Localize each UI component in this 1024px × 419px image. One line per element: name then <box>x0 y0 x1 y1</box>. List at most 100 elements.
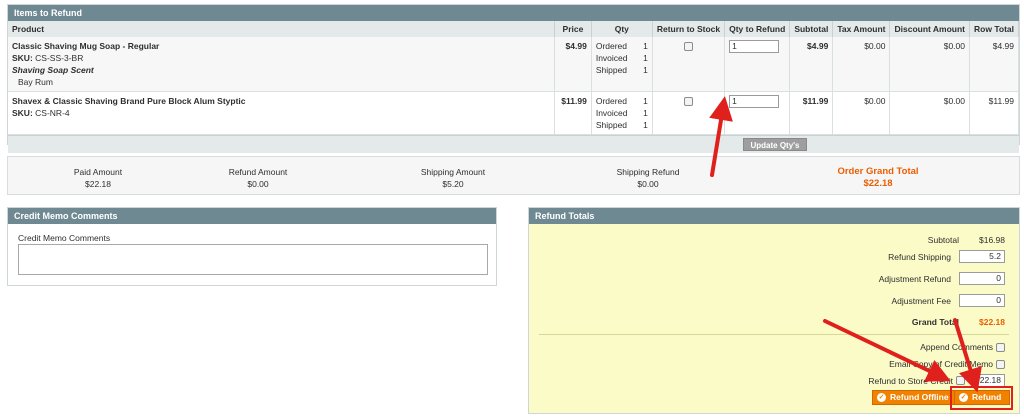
adjustment-refund-label: Adjustment Refund <box>878 273 951 284</box>
invoiced-label: Invoiced <box>595 108 628 118</box>
paid-amount-label: Paid Amount <box>73 167 123 177</box>
subtotal-label: Subtotal <box>927 235 959 245</box>
return-to-stock-cell <box>652 91 726 135</box>
table-row: Shavex & Classic Shaving Brand Pure Bloc… <box>8 91 1019 135</box>
invoiced-qty: 1 <box>643 108 648 118</box>
price-cell: $4.99 <box>554 37 592 92</box>
store-credit-label: Refund to Store Credit <box>868 375 953 386</box>
refund-button-highlight <box>950 386 1013 410</box>
qty-cell: Ordered 1 Invoiced 1 Shipped 1 <box>591 91 653 135</box>
refund-amount: Refund Amount $0.00 <box>213 166 303 190</box>
refund-amount-value: $0.00 <box>247 179 269 189</box>
order-grand-total-value: $22.18 <box>863 178 893 189</box>
order-grand-total-label: Order Grand Total <box>837 166 919 177</box>
email-copy-row: Email Copy of Credit Memo <box>889 359 1005 369</box>
adjustment-fee-label: Adjustment Fee <box>891 295 951 306</box>
refund-totals-section: Refund Totals Subtotal $16.98 Refund Shi… <box>528 207 1020 414</box>
product-sku: CS-SS-3-BR <box>35 53 84 63</box>
invoiced-label: Invoiced <box>595 53 628 63</box>
col-row-total: Row Total <box>969 21 1019 37</box>
return-to-stock-checkbox[interactable] <box>683 42 693 51</box>
price-cell: $11.99 <box>554 91 592 135</box>
col-discount-amount: Discount Amount <box>889 21 970 37</box>
grand-total-row: Grand Total $22.18 <box>912 317 1005 327</box>
update-qty-button[interactable]: Update Qty's <box>743 138 807 151</box>
qty-cell: Ordered 1 Invoiced 1 Shipped 1 <box>591 37 653 92</box>
shipped-label: Shipped <box>595 120 628 130</box>
shipping-refund-label: Shipping Refund <box>616 167 680 177</box>
qty-to-refund-input[interactable]: 1 <box>729 95 780 108</box>
email-copy-checkbox[interactable] <box>996 359 1005 369</box>
product-cell: Classic Shaving Mug Soap - Regular SKU: … <box>8 37 556 92</box>
adjustment-refund-input[interactable]: 0 <box>959 272 1005 285</box>
items-to-refund-section: Items to Refund Product Price Qty Return… <box>7 4 1020 153</box>
col-tax-amount: Tax Amount <box>832 21 891 37</box>
append-comments-row: Append Comments <box>920 342 1005 352</box>
refund-totals-title: Refund Totals <box>529 208 1019 224</box>
row-total-cell: $11.99 <box>969 91 1019 135</box>
comments-textarea[interactable] <box>18 244 488 275</box>
order-grand-total: Order Grand Total $22.18 <box>818 166 938 190</box>
discount-cell: $0.00 <box>889 91 970 135</box>
adjustment-refund-row: Adjustment Refund 0 <box>879 272 1005 285</box>
append-comments-checkbox[interactable] <box>996 342 1005 352</box>
check-icon: ✓ <box>877 393 886 402</box>
subtotal-cell: $4.99 <box>789 37 834 92</box>
adjustment-fee-input[interactable]: 0 <box>959 294 1005 307</box>
sku-label: SKU: <box>12 53 33 63</box>
discount-cell: $0.00 <box>889 37 970 92</box>
ordered-qty: 1 <box>643 41 648 51</box>
qty-to-refund-input[interactable]: 1 <box>729 40 780 53</box>
refund-shipping-label: Refund Shipping <box>888 251 951 262</box>
tax-cell: $0.00 <box>832 91 891 135</box>
items-grid-footer: Update Qty's <box>8 135 1019 153</box>
shipped-label: Shipped <box>595 65 628 75</box>
col-subtotal: Subtotal <box>789 21 834 37</box>
shipped-qty: 1 <box>643 65 648 75</box>
qty-to-refund-cell: 1 <box>724 37 791 92</box>
refund-amount-label: Refund Amount <box>228 167 288 177</box>
product-cell: Shavex & Classic Shaving Brand Pure Bloc… <box>8 91 556 135</box>
items-section-title: Items to Refund <box>8 5 1019 21</box>
items-table-header: Product Price Qty Return to Stock Qty to… <box>8 21 1019 37</box>
paid-amount: Paid Amount $22.18 <box>53 166 143 190</box>
shipping-refund: Shipping Refund $0.00 <box>598 166 698 190</box>
grand-total-label: Grand Total <box>911 317 959 327</box>
subtotal-value: $16.98 <box>979 235 1005 245</box>
col-qty-to-refund: Qty to Refund <box>724 21 791 37</box>
tax-cell: $0.00 <box>832 37 891 92</box>
product-sku: CS-NR-4 <box>35 108 70 118</box>
refund-offline-button[interactable]: ✓ Refund Offline <box>872 390 955 405</box>
refund-offline-label: Refund Offline <box>890 392 949 402</box>
items-table: Product Price Qty Return to Stock Qty to… <box>8 21 1019 135</box>
paid-amount-value: $22.18 <box>85 179 111 189</box>
return-to-stock-checkbox[interactable] <box>683 97 693 106</box>
col-qty: Qty <box>591 21 653 37</box>
comments-section-title: Credit Memo Comments <box>8 208 496 224</box>
qty-to-refund-cell: 1 <box>724 91 791 135</box>
order-totals-bar: Paid Amount $22.18 Refund Amount $0.00 S… <box>7 156 1020 195</box>
adjustment-fee-row: Adjustment Fee 0 <box>891 294 1005 307</box>
row-total-cell: $4.99 <box>969 37 1019 92</box>
product-name: Shavex & Classic Shaving Brand Pure Bloc… <box>12 96 246 106</box>
refund-shipping-input[interactable]: 5.2 <box>959 250 1005 263</box>
credit-memo-comments-section: Credit Memo Comments Credit Memo Comment… <box>7 207 497 286</box>
option-value: Bay Rum <box>18 77 53 87</box>
totals-divider <box>539 334 1009 335</box>
ordered-label: Ordered <box>595 96 628 106</box>
shipping-amount-label: Shipping Amount <box>420 167 486 177</box>
shipping-refund-value: $0.00 <box>637 179 659 189</box>
grand-total-value: $22.18 <box>979 317 1005 327</box>
append-comments-label: Append Comments <box>920 342 993 352</box>
refund-shipping-row: Refund Shipping 5.2 <box>888 250 1005 263</box>
col-return-to-stock: Return to Stock <box>652 21 726 37</box>
product-name: Classic Shaving Mug Soap - Regular <box>12 41 160 51</box>
table-row: Classic Shaving Mug Soap - Regular SKU: … <box>8 37 1019 92</box>
ordered-qty: 1 <box>643 96 648 106</box>
col-price: Price <box>554 21 592 37</box>
shipped-qty: 1 <box>643 120 648 130</box>
store-credit-checkbox[interactable] <box>956 376 965 385</box>
shipping-amount-value: $5.20 <box>442 179 464 189</box>
col-product: Product <box>8 21 556 37</box>
subtotal-cell: $11.99 <box>789 91 834 135</box>
